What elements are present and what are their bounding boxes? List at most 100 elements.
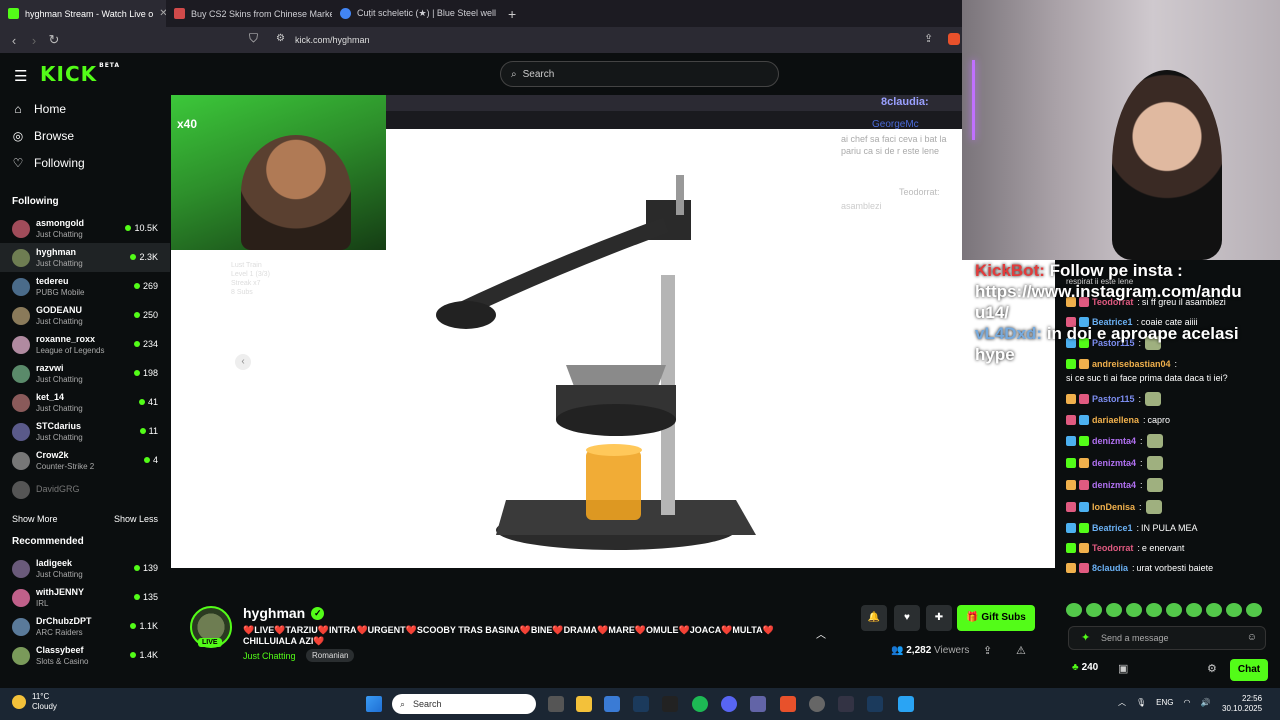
channel-item[interactable]: ladigeek Just Chatting 139	[0, 554, 170, 583]
stream-tag[interactable]: Romanian	[306, 649, 355, 662]
channel-item[interactable]: ket_14 Just Chatting 41	[0, 388, 170, 417]
site-info-icon[interactable]: ⚙	[276, 33, 285, 44]
chat-input[interactable]: ✦ Send a message ☺	[1068, 626, 1266, 650]
discord-icon[interactable]	[721, 696, 737, 712]
store-app-icon[interactable]	[604, 696, 620, 712]
emote-icon[interactable]	[1246, 603, 1262, 617]
channel-item[interactable]: hyghman Just Chatting 2.3K	[0, 243, 170, 272]
channel-item[interactable]: asmongold Just Chatting 10.5K	[0, 214, 170, 243]
steam-icon[interactable]	[867, 696, 883, 712]
chat-username[interactable]: Teodorrat	[1092, 542, 1133, 554]
show-less-button[interactable]: Show Less	[114, 514, 158, 524]
chevron-up-icon[interactable]: ︿	[816, 626, 826, 641]
forward-icon[interactable]: ›	[24, 33, 44, 48]
gift-subs-button[interactable]: 🎁 Gift Subs	[957, 605, 1035, 631]
channel-item[interactable]: withJENNY IRL 135	[0, 583, 170, 612]
emote-icon	[1146, 434, 1163, 448]
chat-username[interactable]: dariaellena	[1092, 414, 1139, 426]
chat-username[interactable]: denizmta4	[1092, 457, 1136, 469]
address-bar: ‹ › ↻ ⛉ ⚙ kick.com/hyghman ⇪	[0, 27, 962, 53]
chat-username[interactable]: IonDenisa	[1092, 501, 1135, 513]
emote-icon[interactable]	[1146, 603, 1162, 617]
emote-icon[interactable]	[1186, 603, 1202, 617]
chat-username[interactable]: 8claudia	[1092, 562, 1128, 574]
emote-icon[interactable]	[1086, 603, 1102, 617]
spotify-icon[interactable]	[692, 696, 708, 712]
stream-info: LIVE hyghman ✓ ❤️LIVE❤️TARZIU❤️INTRA❤️URG…	[171, 598, 1055, 685]
channel-item[interactable]: roxanne_roxx League of Legends 234	[0, 330, 170, 359]
notification-bell-button[interactable]: 🔔	[861, 605, 887, 631]
channel-item[interactable]: Classybeef Slots & Casino 1.4K	[0, 641, 170, 670]
channel-item[interactable]: DrChubzDPT ARC Raiders 1.1K	[0, 612, 170, 641]
bookmark-icon[interactable]: ⛉	[249, 31, 258, 46]
emote-icon[interactable]	[1226, 603, 1242, 617]
share-icon[interactable]: ⇪	[924, 32, 933, 45]
emote-icon[interactable]	[1066, 603, 1082, 617]
emote-icon[interactable]	[1106, 603, 1122, 617]
channel-item[interactable]: tedereu PUBG Mobile 269	[0, 272, 170, 301]
chat-settings-icon[interactable]: ⚙	[1207, 662, 1217, 675]
url-field[interactable]: kick.com/hyghman	[295, 35, 370, 45]
chat-username[interactable]: Beatrice1	[1092, 522, 1133, 534]
reload-icon[interactable]: ↻	[44, 32, 64, 48]
chat-username[interactable]: denizmta4	[1092, 479, 1136, 491]
subscribe-star-button[interactable]: ✚	[926, 605, 952, 631]
channel-points[interactable]: ♣ 240	[1072, 662, 1098, 673]
channel-name: DrChubzDPT	[36, 615, 92, 626]
channel-item[interactable]: GODEANU Just Chatting 250	[0, 301, 170, 330]
second-webcam	[962, 0, 1280, 260]
brave-icon[interactable]	[780, 696, 796, 712]
chat-username[interactable]: denizmta4	[1092, 435, 1136, 447]
chat-username[interactable]: Pastor115	[1092, 393, 1135, 405]
menu-icon[interactable]: ☰	[14, 67, 27, 85]
chevron-up-icon[interactable]: ︿	[1118, 697, 1126, 708]
share-icon[interactable]: ⇪	[983, 644, 992, 657]
emote-icon[interactable]	[1206, 603, 1222, 617]
clock[interactable]: 22:56 30.10.2025	[1222, 694, 1262, 714]
emote-icon[interactable]	[1126, 603, 1142, 617]
show-more-button[interactable]: Show More	[12, 514, 58, 524]
app-icon[interactable]	[898, 696, 914, 712]
report-icon[interactable]: ⚠	[1016, 644, 1026, 657]
chat-send-button[interactable]: Chat	[1230, 659, 1268, 681]
channel-item[interactable]: STCdarius Just Chatting 11	[0, 417, 170, 446]
store-icon[interactable]: ▣	[1118, 662, 1128, 675]
emoji-picker-icon[interactable]: ☺	[1247, 632, 1257, 643]
browser-tab[interactable]: Cuțit scheletic (★) | Blue Steel well w	[332, 0, 498, 27]
channel-item[interactable]: Crow2k Counter-Strike 2 4	[0, 446, 170, 475]
kick-logo[interactable]: KICK BETA	[40, 62, 120, 86]
teams-icon[interactable]	[750, 696, 766, 712]
browser-tab[interactable]: hyghman Stream - Watch Live o ✕	[0, 0, 166, 27]
sidebar-item-home[interactable]: ⌂ Home	[0, 95, 170, 122]
steam-icon[interactable]	[633, 696, 649, 712]
task-view-icon[interactable]	[548, 696, 564, 712]
channel-item[interactable]: razvwi Just Chatting 198	[0, 359, 170, 388]
sidebar-item-following[interactable]: ♡ Following	[0, 149, 170, 176]
language-indicator[interactable]: ENG	[1156, 698, 1173, 707]
app-icon[interactable]	[838, 696, 854, 712]
back-icon[interactable]: ‹	[4, 33, 24, 48]
video-player[interactable]: x40 Lust Train Level 1 (3/3) Streak x7 8…	[171, 95, 1055, 568]
wifi-icon[interactable]: ◠	[1184, 698, 1191, 707]
browser-tab[interactable]: Buy CS2 Skins from Chinese Markets	[166, 0, 332, 27]
sidebar-item-browse[interactable]: ◎ Browse	[0, 122, 170, 149]
emote-icon[interactable]	[1166, 603, 1182, 617]
weather-widget[interactable]: 11°C Cloudy	[12, 692, 57, 712]
file-explorer-icon[interactable]	[576, 696, 592, 712]
volume-icon[interactable]: 🔊	[1200, 698, 1210, 707]
close-tab-icon[interactable]: ✕	[159, 8, 166, 19]
taskbar-search[interactable]: ⌕ Search	[392, 694, 536, 714]
app-icon[interactable]	[809, 696, 825, 712]
windows-start-icon[interactable]	[366, 696, 382, 712]
new-tab-icon[interactable]: +	[498, 0, 526, 27]
search-input[interactable]: ⌕ Search	[500, 61, 779, 87]
chat-badge-icon	[1066, 415, 1076, 425]
channel-item-offline[interactable]: DavidGRG	[0, 475, 170, 504]
viewer-count: 4	[143, 455, 158, 465]
stream-category[interactable]: Just Chatting	[243, 651, 296, 661]
microphone-icon[interactable]: 🎙	[1136, 698, 1146, 707]
epic-games-icon[interactable]	[662, 696, 678, 712]
streamer-name[interactable]: hyghman	[243, 605, 305, 621]
follow-heart-button[interactable]: ♥	[894, 605, 920, 631]
brave-shield-icon[interactable]	[948, 33, 960, 45]
